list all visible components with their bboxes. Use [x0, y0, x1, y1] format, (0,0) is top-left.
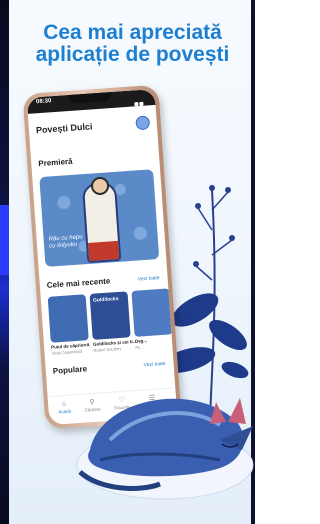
story-card-3-title: Deg...	[134, 338, 148, 344]
recent-see-all-link[interactable]: Vezi toate	[137, 275, 159, 283]
story-card-1-author: Virgil Caramosod	[51, 348, 83, 356]
avatar-icon[interactable]	[135, 115, 151, 131]
headline-line-2: aplicație de povești	[35, 43, 230, 66]
promo-headline: Cea mai apreciată aplicație de povești	[10, 22, 255, 66]
status-time: 08:30	[35, 98, 52, 106]
featured-caption: Rău cu hepu cu ilolyuku	[48, 234, 83, 250]
headline-line-1: Cea mai apreciată	[43, 21, 222, 44]
story-card-3-author: Pu...	[135, 344, 144, 350]
promo-page: Cea mai apreciată aplicație de povești 0…	[0, 0, 255, 524]
app-title: Povești Dulci	[35, 121, 93, 136]
story-character-illustration	[81, 176, 122, 264]
left-accent-bar	[0, 205, 9, 275]
signal-battery-icons	[133, 92, 147, 107]
story-card-2[interactable]: Goldilocks	[89, 291, 131, 340]
story-card-2-cover-label: Goldilocks	[92, 295, 119, 304]
featured-story-card[interactable]: Rău cu hepu cu ilolyuku	[39, 169, 160, 267]
story-card-2-author: Robert Southey	[93, 345, 122, 353]
featured-section-title: Premieră	[38, 156, 73, 169]
recent-stories-list: Puiul de căpriorră Virgil Caramosod Gold…	[47, 288, 178, 356]
story-card-3[interactable]	[131, 288, 173, 337]
sleeping-fox-illustration	[76, 398, 254, 500]
recent-section-title: Cele mai recente	[46, 276, 111, 290]
story-card-1[interactable]	[47, 294, 89, 343]
